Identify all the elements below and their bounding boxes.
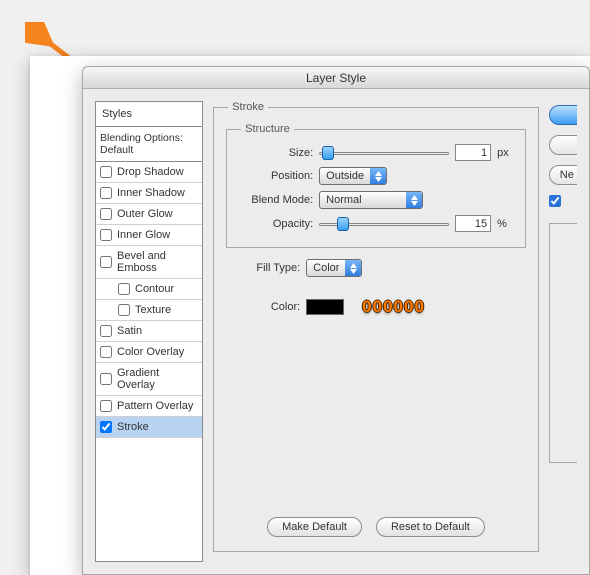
- style-checkbox[interactable]: [100, 166, 112, 178]
- dialog-content: Styles Blending Options: Default Drop Sh…: [83, 89, 589, 574]
- color-label: Color:: [230, 301, 300, 313]
- blendmode-label: Blend Mode:: [243, 194, 313, 206]
- updown-icon: [345, 260, 361, 276]
- style-row-drop-shadow[interactable]: Drop Shadow: [96, 162, 202, 183]
- size-row: Size: 1 px: [237, 141, 515, 164]
- opacity-slider[interactable]: [319, 217, 449, 231]
- style-checkbox[interactable]: [118, 283, 130, 295]
- style-row-contour[interactable]: Contour: [96, 279, 202, 300]
- style-label: Contour: [135, 283, 174, 295]
- style-row-stroke[interactable]: Stroke: [96, 417, 202, 438]
- style-row-texture[interactable]: Texture: [96, 300, 202, 321]
- style-checkbox[interactable]: [100, 256, 112, 268]
- make-default-button[interactable]: Make Default: [267, 517, 362, 537]
- position-label: Position:: [243, 170, 313, 182]
- panel-footer: Make Default Reset to Default: [224, 513, 528, 539]
- color-row: Color: 000000: [224, 294, 528, 320]
- style-label: Satin: [117, 325, 142, 337]
- style-checkbox[interactable]: [100, 325, 112, 337]
- style-checkbox[interactable]: [100, 400, 112, 412]
- blendmode-select[interactable]: Normal: [319, 191, 423, 209]
- opacity-unit: %: [497, 218, 507, 230]
- style-label: Inner Glow: [117, 229, 170, 241]
- stroke-panel-title: Stroke: [228, 101, 268, 113]
- updown-icon: [370, 168, 386, 184]
- style-label: Inner Shadow: [117, 187, 185, 199]
- style-row-bevel-and-emboss[interactable]: Bevel and Emboss: [96, 246, 202, 279]
- ok-button[interactable]: [549, 105, 577, 125]
- cancel-button[interactable]: [549, 135, 577, 155]
- color-swatch[interactable]: [306, 299, 344, 315]
- style-checkbox[interactable]: [100, 373, 112, 385]
- opacity-row: Opacity: 15 %: [237, 212, 515, 235]
- preview-checkbox[interactable]: [549, 195, 561, 207]
- style-label: Bevel and Emboss: [117, 250, 198, 274]
- style-label: Stroke: [117, 421, 149, 433]
- size-slider[interactable]: [319, 146, 449, 160]
- filltype-label: Fill Type:: [230, 262, 300, 274]
- size-input[interactable]: 1: [455, 144, 491, 161]
- style-row-color-overlay[interactable]: Color Overlay: [96, 342, 202, 363]
- layer-style-dialog: Layer Style Styles Blending Options: Def…: [82, 66, 590, 575]
- blending-options-row[interactable]: Blending Options: Default: [96, 127, 202, 162]
- style-row-inner-shadow[interactable]: Inner Shadow: [96, 183, 202, 204]
- style-label: Gradient Overlay: [117, 367, 198, 391]
- opacity-input[interactable]: 15: [455, 215, 491, 232]
- style-label: Texture: [135, 304, 171, 316]
- filltype-select[interactable]: Color: [306, 259, 362, 277]
- size-label: Size:: [243, 147, 313, 159]
- new-style-button[interactable]: Ne: [549, 165, 577, 185]
- style-row-pattern-overlay[interactable]: Pattern Overlay: [96, 396, 202, 417]
- style-checkbox[interactable]: [100, 187, 112, 199]
- style-checkbox[interactable]: [100, 208, 112, 220]
- position-select[interactable]: Outside: [319, 167, 387, 185]
- right-button-column: Ne: [549, 101, 577, 562]
- style-row-gradient-overlay[interactable]: Gradient Overlay: [96, 363, 202, 396]
- styles-list-header[interactable]: Styles: [96, 102, 202, 127]
- style-label: Pattern Overlay: [117, 400, 193, 412]
- style-row-satin[interactable]: Satin: [96, 321, 202, 342]
- hex-annotation: 000000: [362, 297, 425, 317]
- structure-title: Structure: [241, 123, 294, 135]
- structure-group: Structure Size: 1 px Position: Outside: [226, 123, 526, 248]
- size-unit: px: [497, 147, 509, 159]
- window-title: Layer Style: [83, 67, 589, 89]
- style-row-inner-glow[interactable]: Inner Glow: [96, 225, 202, 246]
- stroke-panel: Stroke Structure Size: 1 px Position:: [213, 101, 539, 552]
- style-checkbox[interactable]: [100, 229, 112, 241]
- reset-default-button[interactable]: Reset to Default: [376, 517, 485, 537]
- style-checkbox[interactable]: [100, 346, 112, 358]
- blendmode-row: Blend Mode: Normal: [237, 188, 515, 212]
- styles-list: Styles Blending Options: Default Drop Sh…: [95, 101, 203, 562]
- position-row: Position: Outside: [237, 164, 515, 188]
- preview-box: [549, 223, 577, 463]
- style-row-outer-glow[interactable]: Outer Glow: [96, 204, 202, 225]
- opacity-label: Opacity:: [243, 218, 313, 230]
- style-checkbox[interactable]: [100, 421, 112, 433]
- style-checkbox[interactable]: [118, 304, 130, 316]
- style-label: Outer Glow: [117, 208, 173, 220]
- filltype-row: Fill Type: Color: [224, 256, 528, 280]
- style-label: Drop Shadow: [117, 166, 184, 178]
- updown-icon: [406, 192, 422, 208]
- style-label: Color Overlay: [117, 346, 184, 358]
